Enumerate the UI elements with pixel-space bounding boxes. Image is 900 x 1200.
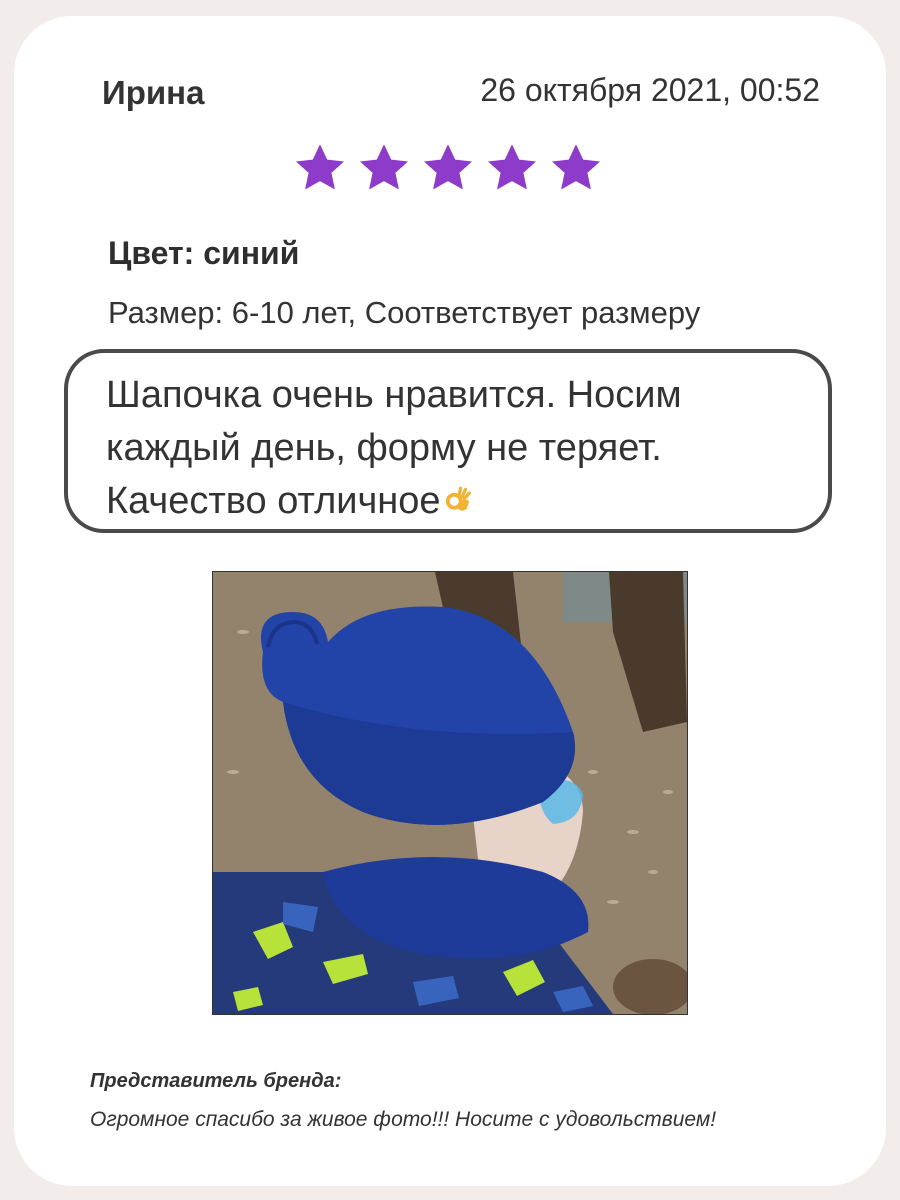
product-size: Размер: 6-10 лет, Соответствует размеру [108, 295, 701, 330]
product-color: Цвет: синий [108, 235, 300, 271]
star-rating [292, 140, 622, 200]
review-author: Ирина [102, 74, 205, 111]
review-text: Шапочка очень нравится. Носим каждый ден… [106, 374, 682, 522]
brand-reply-label: Представитель бренда: [90, 1070, 342, 1092]
star-icon [359, 144, 409, 190]
review-photo-image [213, 572, 687, 1014]
review-date: 26 октября 2021, 00:52 [480, 72, 820, 108]
review-text-bubble: Шапочка очень нравится. Носим каждый ден… [64, 349, 832, 533]
review-card: Ирина 26 октября 2021, 00:52 Цвет: синий… [14, 16, 886, 1186]
star-icon [487, 144, 537, 190]
star-icon [551, 144, 601, 190]
review-text-block: Шапочка очень нравится. Носим каждый ден… [106, 369, 826, 528]
star-icon [423, 144, 473, 190]
brand-reply-text: Огромное спасибо за живое фото!!! Носите… [90, 1108, 717, 1131]
star-icon [295, 144, 345, 190]
ok-hand-emoji-icon [445, 486, 471, 511]
review-photo[interactable] [212, 571, 688, 1015]
